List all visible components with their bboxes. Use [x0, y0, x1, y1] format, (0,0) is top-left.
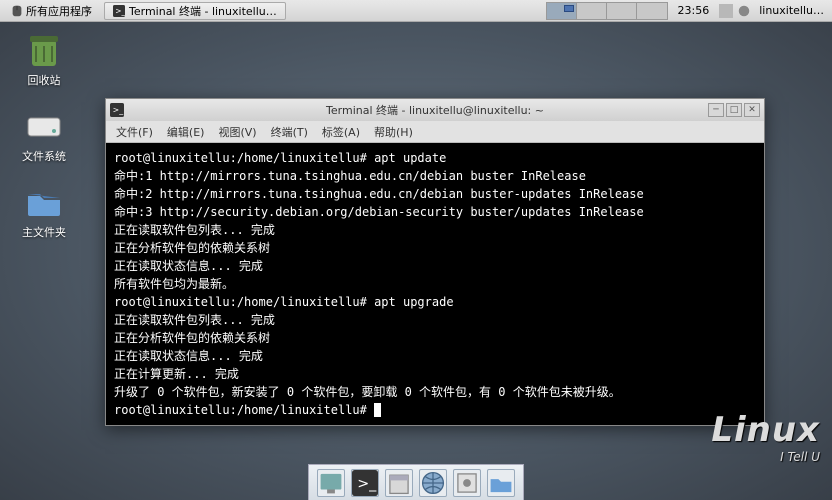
dock-settings[interactable] — [453, 469, 481, 497]
trash-icon[interactable]: 回收站 — [14, 30, 74, 88]
maximize-button[interactable]: □ — [726, 103, 742, 117]
terminal-line: 命中:3 http://security.debian.org/debian-s… — [114, 203, 756, 221]
workspace-2[interactable] — [577, 3, 607, 19]
globe-icon — [420, 470, 446, 496]
dock-web[interactable] — [419, 469, 447, 497]
titlebar[interactable]: >_ Terminal 终端 - linuxitellu@linuxitellu… — [106, 99, 764, 121]
terminal-window: >_ Terminal 终端 - linuxitellu@linuxitellu… — [105, 98, 765, 426]
terminal-line: 正在读取软件包列表... 完成 — [114, 311, 756, 329]
folder-icon — [488, 470, 514, 496]
settings-icon — [454, 470, 480, 496]
workspace-1[interactable] — [547, 3, 577, 19]
tray-icon-1[interactable] — [719, 4, 733, 18]
top-panel: 所有应用程序 >_ Terminal 终端 - linuxitellu… 23:… — [0, 0, 832, 22]
terminal-line: 所有软件包均为最新。 — [114, 275, 756, 293]
drive-icon — [24, 106, 64, 146]
window-controls: ─ □ ✕ — [708, 103, 760, 117]
terminal-line: 正在分析软件包的依赖关系树 — [114, 239, 756, 257]
terminal-line: root@linuxitellu:/home/linuxitellu# apt … — [114, 149, 756, 167]
panel-left: 所有应用程序 >_ Terminal 终端 - linuxitellu… — [0, 1, 286, 21]
menu-edit[interactable]: 编辑(E) — [167, 124, 205, 140]
trash-bin-icon — [24, 30, 64, 70]
tray-icon-2[interactable] — [737, 4, 751, 18]
filesystem-icon[interactable]: 文件系统 — [14, 106, 74, 164]
window-title: Terminal 终端 - linuxitellu@linuxitellu: ~ — [326, 102, 544, 118]
menubar: 文件(F) 编辑(E) 视图(V) 终端(T) 标签(A) 帮助(H) — [106, 121, 764, 143]
taskbar-terminal[interactable]: >_ Terminal 终端 - linuxitellu… — [104, 2, 286, 20]
terminal-icon: >_ — [113, 5, 125, 17]
terminal-line: 正在读取状态信息... 完成 — [114, 257, 756, 275]
terminal-output[interactable]: root@linuxitellu:/home/linuxitellu# apt … — [106, 143, 764, 425]
watermark: Linux I Tell U — [711, 410, 820, 464]
terminal-line: 命中:2 http://mirrors.tuna.tsinghua.edu.cn… — [114, 185, 756, 203]
menu-help[interactable]: 帮助(H) — [374, 124, 413, 140]
dock-folder[interactable] — [487, 469, 515, 497]
clock[interactable]: 23:56 — [672, 4, 716, 17]
taskbar-label: Terminal 终端 - linuxitellu… — [129, 3, 277, 19]
menu-terminal[interactable]: 终端(T) — [271, 124, 308, 140]
apps-menu-label: 所有应用程序 — [26, 3, 92, 19]
workspace-switcher — [546, 2, 668, 20]
terminal-line: 正在分析软件包的依赖关系树 — [114, 329, 756, 347]
watermark-title: Linux — [711, 410, 820, 450]
terminal-line: 正在读取状态信息... 完成 — [114, 347, 756, 365]
terminal-cursor — [374, 403, 381, 417]
filesystem-label: 文件系统 — [22, 148, 66, 164]
desktop-icons: 回收站 文件系统 主文件夹 — [14, 30, 74, 240]
folder-icon — [24, 182, 64, 222]
dock-files[interactable] — [385, 469, 413, 497]
mouse-icon — [10, 4, 24, 18]
minimize-button[interactable]: ─ — [708, 103, 724, 117]
dock-show-desktop[interactable] — [317, 469, 345, 497]
terminal-window-icon: >_ — [110, 103, 124, 117]
terminal-line: 正在计算更新... 完成 — [114, 365, 756, 383]
username[interactable]: linuxitellu… — [755, 4, 828, 17]
panel-right: 23:56 linuxitellu… — [546, 2, 832, 20]
watermark-subtitle: I Tell U — [711, 450, 820, 464]
menu-view[interactable]: 视图(V) — [218, 124, 256, 140]
terminal-icon: >_ — [352, 470, 378, 496]
close-button[interactable]: ✕ — [744, 103, 760, 117]
applications-menu[interactable]: 所有应用程序 — [4, 1, 98, 21]
terminal-line: 正在读取软件包列表... 完成 — [114, 221, 756, 239]
terminal-line: root@linuxitellu:/home/linuxitellu# apt … — [114, 293, 756, 311]
svg-text:>_: >_ — [115, 6, 125, 15]
terminal-line: 命中:1 http://mirrors.tuna.tsinghua.edu.cn… — [114, 167, 756, 185]
terminal-line: root@linuxitellu:/home/linuxitellu# — [114, 401, 756, 419]
home-label: 主文件夹 — [22, 224, 66, 240]
svg-text:>_: >_ — [113, 106, 124, 115]
workspace-4[interactable] — [637, 3, 667, 19]
menu-file[interactable]: 文件(F) — [116, 124, 153, 140]
workspace-3[interactable] — [607, 3, 637, 19]
dock-terminal[interactable]: >_ — [351, 469, 379, 497]
trash-label: 回收站 — [28, 72, 61, 88]
terminal-line: 升级了 0 个软件包，新安装了 0 个软件包，要卸载 0 个软件包，有 0 个软… — [114, 383, 756, 401]
file-manager-icon — [386, 470, 412, 496]
desktop-icon — [318, 470, 344, 496]
dock: >_ — [308, 464, 524, 500]
svg-text:>_: >_ — [357, 476, 377, 492]
home-folder-icon[interactable]: 主文件夹 — [14, 182, 74, 240]
menu-tabs[interactable]: 标签(A) — [322, 124, 360, 140]
